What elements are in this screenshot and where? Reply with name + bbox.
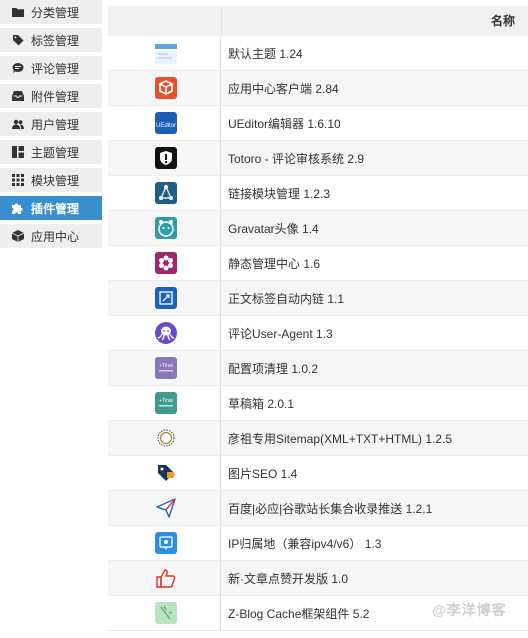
watermark: @李洋博客 bbox=[432, 602, 507, 618]
plugin-name: 新·文章点赞开发版 1.0 bbox=[228, 571, 349, 586]
sidebar-item-category[interactable]: 分类管理 bbox=[0, 0, 102, 24]
sidebar-item-app-center[interactable]: 应用中心 bbox=[0, 224, 102, 248]
sidebar: 分类管理 标签管理 评论管理 附件管理 用户管理 主题管理 模块管理 插件管理 … bbox=[0, 0, 102, 252]
draft-box-icon-text: +Tinai bbox=[159, 398, 173, 404]
sidebar-item-comment[interactable]: 评论管理 bbox=[0, 56, 102, 80]
tag-icon bbox=[12, 34, 24, 46]
table-row[interactable]: +Tinai 配置项清理 1.0.2 bbox=[108, 351, 528, 386]
inbox-icon bbox=[12, 90, 24, 102]
app-center-icon bbox=[155, 77, 177, 99]
thumbs-up-icon bbox=[155, 567, 177, 589]
sidebar-item-module[interactable]: 模块管理 bbox=[0, 168, 102, 192]
users-icon bbox=[12, 118, 24, 130]
sidebar-item-attachment[interactable]: 附件管理 bbox=[0, 84, 102, 108]
ueditor-icon: UEditor bbox=[155, 112, 177, 134]
table-header: 名称 bbox=[108, 6, 528, 36]
plugin-name: Gravatar头像 1.4 bbox=[228, 221, 319, 236]
gravatar-icon bbox=[155, 217, 177, 239]
comment-icon bbox=[12, 62, 24, 74]
plugin-name: 评论User-Agent 1.3 bbox=[228, 326, 333, 341]
sidebar-item-plugin[interactable]: 插件管理 bbox=[0, 196, 102, 220]
cache-icon bbox=[155, 602, 177, 624]
table-row[interactable]: 彦祖专用Sitemap(XML+TXT+HTML) 1.2.5 bbox=[108, 421, 528, 456]
sitemap-icon bbox=[155, 427, 177, 449]
ip-location-icon bbox=[155, 532, 177, 554]
static-flower-icon bbox=[155, 252, 177, 274]
sidebar-item-theme[interactable]: 主题管理 bbox=[0, 140, 102, 164]
sidebar-item-users[interactable]: 用户管理 bbox=[0, 112, 102, 136]
layout-icon bbox=[12, 146, 24, 158]
plugin-name: 草稿箱 2.0.1 bbox=[228, 396, 295, 411]
sidebar-item-tag[interactable]: 标签管理 bbox=[0, 28, 102, 52]
ueditor-icon-text: UEditor bbox=[156, 123, 176, 129]
plugin-table: 名称 默认主题 1.24 应用中心客户端 2.84 UEditor UEdito… bbox=[108, 6, 528, 631]
sidebar-item-label: 模块管理 bbox=[31, 173, 80, 188]
plugin-name: 静态管理中心 1.6 bbox=[228, 256, 321, 271]
plugin-name: 默认主题 1.24 bbox=[228, 46, 303, 61]
image-seo-tag-icon bbox=[155, 462, 177, 484]
totoro-shield-icon bbox=[155, 147, 177, 169]
table-row[interactable]: 百度|必应|谷歌站长集合收录推送 1.2.1 bbox=[108, 491, 528, 526]
sidebar-item-label: 评论管理 bbox=[31, 61, 80, 76]
plugin-name: 彦祖专用Sitemap(XML+TXT+HTML) 1.2.5 bbox=[228, 431, 453, 446]
header-name: 名称 bbox=[490, 14, 515, 28]
plugin-name: 配置项清理 1.0.2 bbox=[228, 361, 319, 376]
draft-box-icon: +Tinai bbox=[155, 392, 177, 414]
push-arrow-icon bbox=[155, 497, 177, 519]
octopus-icon bbox=[155, 322, 177, 344]
header-icon-column bbox=[108, 6, 222, 36]
plugin-name: 百度|必应|谷歌站长集合收录推送 1.2.1 bbox=[228, 501, 433, 516]
table-row[interactable]: +Tinai 草稿箱 2.0.1 bbox=[108, 386, 528, 421]
table-row[interactable]: 图片SEO 1.4 bbox=[108, 456, 528, 491]
folder-icon bbox=[12, 6, 24, 18]
table-row[interactable]: UEditor UEditor编辑器 1.6.10 bbox=[108, 106, 528, 141]
puzzle-icon bbox=[12, 202, 24, 214]
box-icon bbox=[12, 230, 24, 242]
table-row[interactable]: 链接模块管理 1.2.3 bbox=[108, 176, 528, 211]
plugin-name: Totoro - 评论审核系统 2.9 bbox=[228, 151, 365, 166]
config-clean-icon: +Tinai bbox=[155, 357, 177, 379]
plugin-name: 应用中心客户端 2.84 bbox=[228, 81, 339, 96]
plugin-name: UEditor编辑器 1.6.10 bbox=[228, 116, 341, 131]
table-row[interactable]: Totoro - 评论审核系统 2.9 bbox=[108, 141, 528, 176]
table-row[interactable]: IP归属地（兼容ipv4/v6） 1.3 bbox=[108, 526, 528, 561]
sidebar-item-label: 标签管理 bbox=[31, 33, 80, 48]
sidebar-item-label: 插件管理 bbox=[31, 201, 80, 216]
link-share-icon bbox=[155, 182, 177, 204]
auto-link-icon bbox=[155, 287, 177, 309]
grid-icon bbox=[12, 174, 24, 186]
table-row[interactable]: 静态管理中心 1.6 bbox=[108, 246, 528, 281]
sidebar-item-label: 用户管理 bbox=[31, 117, 80, 132]
plugin-name: 正文标签自动内链 1.1 bbox=[228, 291, 345, 306]
plugin-name: 图片SEO 1.4 bbox=[228, 466, 298, 481]
plugin-name: IP归属地（兼容ipv4/v6） 1.3 bbox=[228, 536, 382, 551]
sidebar-item-label: 应用中心 bbox=[31, 229, 80, 244]
table-row[interactable]: 新·文章点赞开发版 1.0 bbox=[108, 561, 528, 596]
sidebar-item-label: 分类管理 bbox=[31, 5, 80, 20]
table-row[interactable]: 默认主题 1.24 bbox=[108, 36, 528, 71]
sidebar-item-label: 附件管理 bbox=[31, 89, 80, 104]
table-row[interactable]: 正文标签自动内链 1.1 bbox=[108, 281, 528, 316]
table-row[interactable]: 应用中心客户端 2.84 bbox=[108, 71, 528, 106]
config-clean-icon-text: +Tinai bbox=[159, 363, 173, 369]
default-theme-icon bbox=[155, 42, 177, 64]
table-row[interactable]: 评论User-Agent 1.3 bbox=[108, 316, 528, 351]
sidebar-item-label: 主题管理 bbox=[31, 145, 80, 160]
plugin-name: 链接模块管理 1.2.3 bbox=[228, 186, 331, 201]
table-row[interactable]: Gravatar头像 1.4 bbox=[108, 211, 528, 246]
